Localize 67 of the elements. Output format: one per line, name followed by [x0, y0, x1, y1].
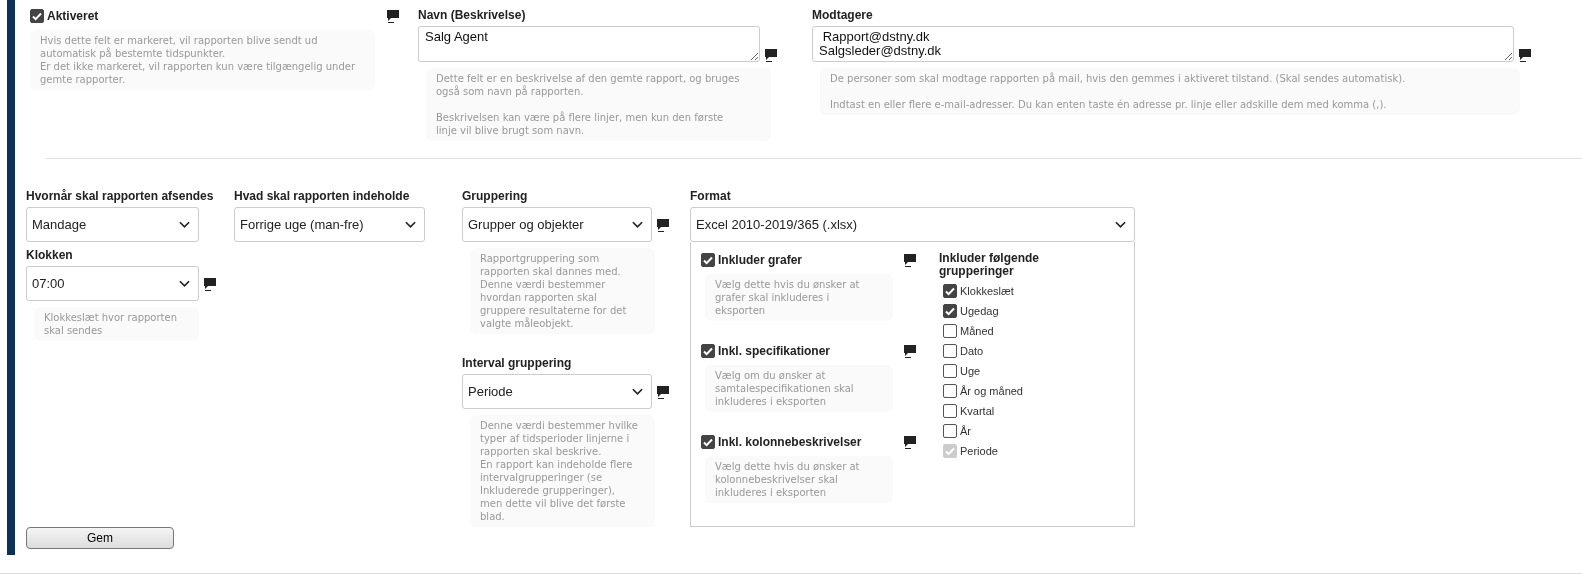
select-field[interactable]: 07:00: [26, 266, 199, 301]
chevron-icon: [405, 220, 416, 229]
checkbox-label: Periode: [960, 445, 998, 457]
comment-icon[interactable]: [1518, 48, 1532, 62]
field-label: Hvad skal rapporten indeholde: [234, 189, 411, 203]
field-label: Gruppering: [462, 189, 529, 203]
checkbox-label: Aktiveret: [47, 9, 99, 23]
chevron-icon: [179, 220, 190, 229]
checkbox[interactable]: [943, 284, 957, 298]
checkbox-label: År: [960, 425, 971, 437]
help-text: Hvis dette felt er markeret, vil rapporten blive sendt ud automatisk på bestemte tidspunkter. Er det ikke markeret, vil rapporten kun være tilgængelig under gemte rapporter.: [30, 30, 375, 90]
field-label: Hvornår skal rapporten afsendes: [26, 189, 215, 203]
checkbox[interactable]: [943, 384, 957, 398]
checkbox-label: Dato: [960, 345, 984, 357]
help-text: Vælg dette hvis du ønsker at grafer skal inkluderes i eksporten: [705, 274, 893, 321]
help-text: Dette felt er en beskrivelse af den gemte rapport, og bruges også som navn på rapporten. Beskrivelsen kan være på flere linjer, men kun den første linje vil blive brugt som navn.: [426, 68, 771, 141]
chevron-icon: [632, 387, 643, 396]
select-field[interactable]: Grupper og objekter: [462, 207, 652, 242]
checkbox[interactable]: [30, 9, 44, 23]
checkbox-label: Måned: [960, 325, 994, 337]
checkbox-label: Inkl. specifikationer: [718, 344, 831, 358]
checkbox[interactable]: [701, 435, 715, 449]
checkbox[interactable]: [943, 324, 957, 338]
help-text: Klokkeslæt hvor rapporten skal sendes: [34, 307, 199, 341]
input-field[interactable]: Rapport@dstny.dk Salgsleder@dstny.dk: [812, 26, 1514, 62]
select-field[interactable]: Mandage: [26, 207, 199, 242]
comment-icon[interactable]: [203, 276, 217, 291]
help-text: Denne værdi bestemmer hvilke typer af tidsperioder linjerne i rapporten skal beskrive. En rapport kan indeholde flere intervalgrupperinger (se Inkluderede grupperinger), men dette vil blive det første blad.: [470, 415, 655, 527]
checkbox[interactable]: [943, 304, 957, 318]
chevron-icon: [1115, 220, 1126, 229]
help-text: De personer som skal modtage rapporten på mail, hvis den gemmes i aktiveret tilstand. (Skal sendes automatisk). Indtast en eller flere e-mail-adresser. Du kan enten taste én adresse pr. linje eller adskille dem med komma (,).: [820, 68, 1520, 115]
comment-icon[interactable]: [386, 9, 400, 23]
chevron-icon: [632, 220, 643, 229]
checkbox-label: Ugedag: [960, 305, 999, 317]
comment-icon[interactable]: [903, 435, 917, 449]
checkbox-label: Inkl. kolonnebeskrivelser: [718, 435, 862, 449]
checkbox-label: Kvartal: [960, 405, 995, 417]
checkbox[interactable]: [943, 364, 957, 378]
comment-icon[interactable]: [903, 253, 917, 267]
checkbox-label: Uge: [960, 365, 981, 377]
checkbox[interactable]: [943, 404, 957, 418]
comment-icon[interactable]: [656, 384, 670, 399]
group-title: Inkluder følgende grupperinger: [939, 252, 1040, 278]
comment-icon[interactable]: [656, 217, 670, 232]
checkbox[interactable]: [943, 344, 957, 358]
field-label: Format: [690, 189, 732, 203]
comment-icon[interactable]: [903, 344, 917, 358]
field-label: Navn (Beskrivelse): [418, 8, 527, 22]
save-button[interactable]: Gem: [26, 527, 174, 549]
checkbox-label: Klokkeslæt: [960, 285, 1014, 297]
checkbox-label: År og måned: [960, 385, 1023, 397]
help-text: Vælg om du ønsker at samtalespecifikationen skal inkluderes i eksporten: [705, 365, 893, 412]
checkbox-label: Inkluder grafer: [718, 253, 803, 267]
help-text: Vælg dette hvis du ønsker at kolonnebeskrivelser skal inkluderes i eksporten: [705, 456, 893, 503]
select-field[interactable]: Excel 2010-2019/365 (.xlsx): [690, 207, 1135, 242]
comment-icon[interactable]: [764, 48, 778, 62]
checkbox[interactable]: [701, 253, 715, 267]
checkbox[interactable]: [701, 344, 715, 358]
select-field[interactable]: Forrige uge (man-fre): [234, 207, 425, 242]
field-label: Modtagere: [812, 8, 874, 22]
field-label: Klokken: [26, 248, 74, 262]
field-label: Interval gruppering: [462, 356, 573, 370]
checkbox[interactable]: [943, 424, 957, 438]
help-text: Rapportgruppering som rapporten skal dannes med. Denne værdi bestemmer hvordan rapporten skal gruppere resultaterne for det valgte måleobjekt.: [470, 248, 655, 334]
select-field[interactable]: Periode: [462, 374, 652, 409]
input-field[interactable]: Salg Agent: [418, 26, 760, 62]
chevron-icon: [179, 279, 190, 288]
